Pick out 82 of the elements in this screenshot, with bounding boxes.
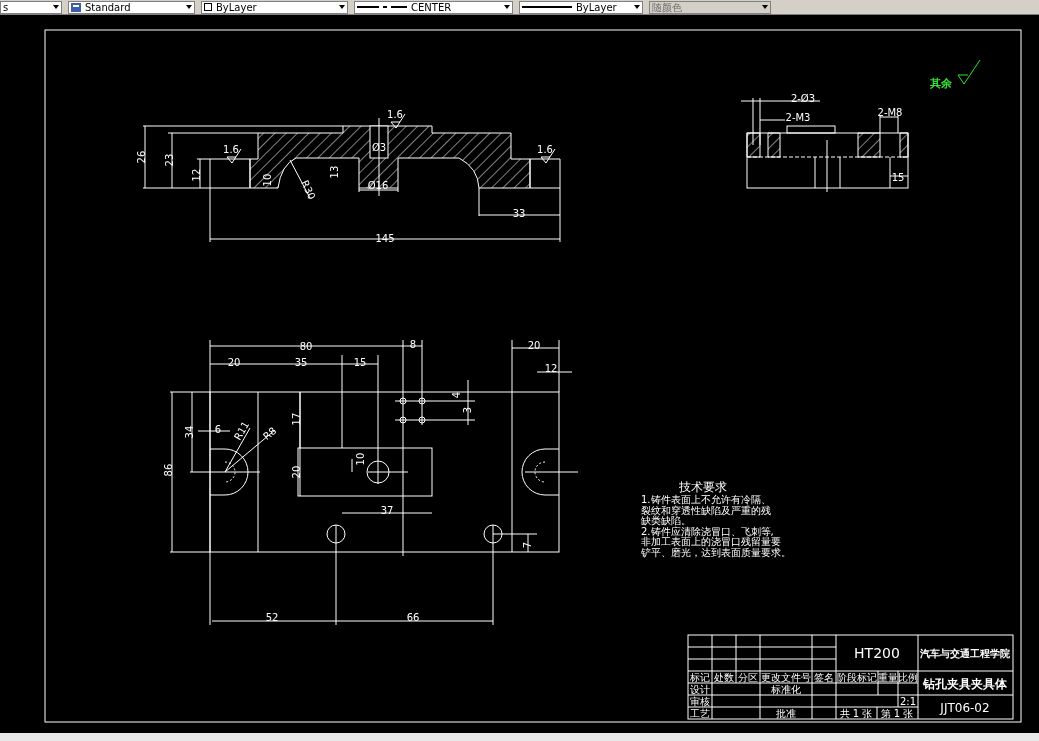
dimension-label: 2-M3 [785, 112, 811, 123]
dimension-label: 26 [136, 150, 147, 164]
linetype-sample-icon [357, 5, 407, 9]
dimension-label: 7 [522, 541, 533, 549]
dimension-label: 80 [299, 341, 313, 352]
caret-icon [762, 5, 768, 9]
dimension-label: 2-Ø3 [790, 93, 816, 104]
toolbar-dropdown[interactable]: ByLayer [201, 0, 348, 14]
sheet-count: 共 1 张 [839, 708, 873, 719]
dimension-label: 10 [355, 452, 366, 466]
dimension-label: Ø16 [367, 180, 389, 191]
dimension-label: 13 [329, 165, 340, 179]
title-block-label: 标准化 [771, 684, 801, 695]
dimension-label: R11 [231, 419, 252, 442]
dimension-label: 86 [163, 463, 174, 477]
color-swatch-icon [204, 3, 212, 11]
toolbar-dropdown[interactable]: CENTER [354, 0, 513, 14]
title-block-label: 签名 [814, 672, 834, 683]
dimension-label: 33 [512, 208, 526, 219]
title-block-label: 批准 [776, 708, 796, 719]
dimension-label: 10 [262, 173, 273, 187]
title-block-label: 审核 [690, 696, 710, 707]
sheet-number: 第 1 张 [880, 708, 914, 719]
dimension-label: 66 [406, 612, 420, 623]
caret-icon [339, 5, 345, 9]
title-block-label: 设计 [690, 684, 710, 695]
dimension-label: 6 [214, 424, 222, 435]
requirements-line: 裂纹和穿透性缺陷及严重的残 [641, 504, 771, 516]
school-name: 汽车与交通工程学院 [920, 648, 1010, 659]
dimension-label: 15 [353, 357, 367, 368]
remark-text: 其余 [930, 77, 952, 90]
caret-icon [53, 5, 59, 9]
dimension-label: R8 [261, 425, 279, 443]
toolbar-dropdown[interactable]: s [0, 0, 62, 14]
dimension-label: 20 [527, 340, 541, 351]
roughness-symbol-icon [957, 59, 981, 85]
dimension-label: 35 [294, 357, 308, 368]
dimension-label: Ø3 [371, 142, 387, 153]
caret-icon [186, 5, 192, 9]
dimension-label: 52 [265, 612, 279, 623]
requirements-line: 非加工表面上的浇冒口残留量要 [641, 536, 781, 547]
title-block-label: 阶段标记 [837, 672, 877, 683]
lineweight-sample-icon [522, 5, 572, 9]
dimension-label: R30 [299, 178, 318, 202]
dimension-label: 20 [291, 465, 302, 479]
drawing-number: JJT06-02 [940, 701, 990, 715]
dimension-label: 12 [191, 168, 202, 182]
caret-icon [504, 5, 510, 9]
toolbar-dropdown[interactable]: ByLayer [519, 0, 643, 14]
title-block-label: 比例 [898, 672, 918, 683]
text-style-icon [71, 2, 81, 12]
title-block-label: 重量 [878, 672, 898, 683]
toolbar-dropdown[interactable]: Standard [68, 0, 195, 14]
title-block-label: 处数 [714, 672, 734, 683]
dimension-label: 20 [227, 357, 241, 368]
title-block-label: 分区 [738, 672, 758, 683]
roughness-value: 1.6 [223, 144, 239, 155]
requirements-line: 铲平、磨光，达到表面质量要求。 [641, 546, 791, 558]
requirements-line: 1.铸件表面上不允许有冷隔、 [641, 494, 771, 505]
dimension-label: 23 [164, 153, 175, 167]
dimension-label: 3 [462, 406, 473, 414]
dimension-label: 2-M8 [877, 107, 903, 118]
material-text: HT200 [854, 645, 900, 661]
part-name: 钻孔夹具夹具体 [923, 677, 1007, 691]
dimension-label: 4 [451, 391, 462, 399]
dimension-label: 15 [891, 172, 905, 183]
title-block-label: 标记 [690, 672, 710, 683]
requirements-title: 技术要求 [679, 480, 727, 494]
dimension-label: 17 [291, 412, 302, 426]
roughness-value: 1.6 [387, 109, 403, 120]
dimension-label: 37 [380, 505, 394, 516]
dimension-label: 145 [375, 233, 395, 244]
caret-icon [634, 5, 640, 9]
requirements-line: 2.铸件应清除浇冒口、飞刺等, [641, 525, 774, 537]
scale-value: 2:1 [899, 696, 917, 707]
title-block-label: 工艺 [690, 708, 710, 719]
dimension-label: 34 [184, 425, 195, 439]
title-block-label: 更改文件号 [761, 672, 811, 683]
requirements-line: 缺类缺陷。 [641, 515, 691, 526]
dimension-label: 12 [544, 363, 558, 374]
dimension-label: 8 [409, 339, 417, 350]
roughness-value: 1.6 [537, 144, 553, 155]
